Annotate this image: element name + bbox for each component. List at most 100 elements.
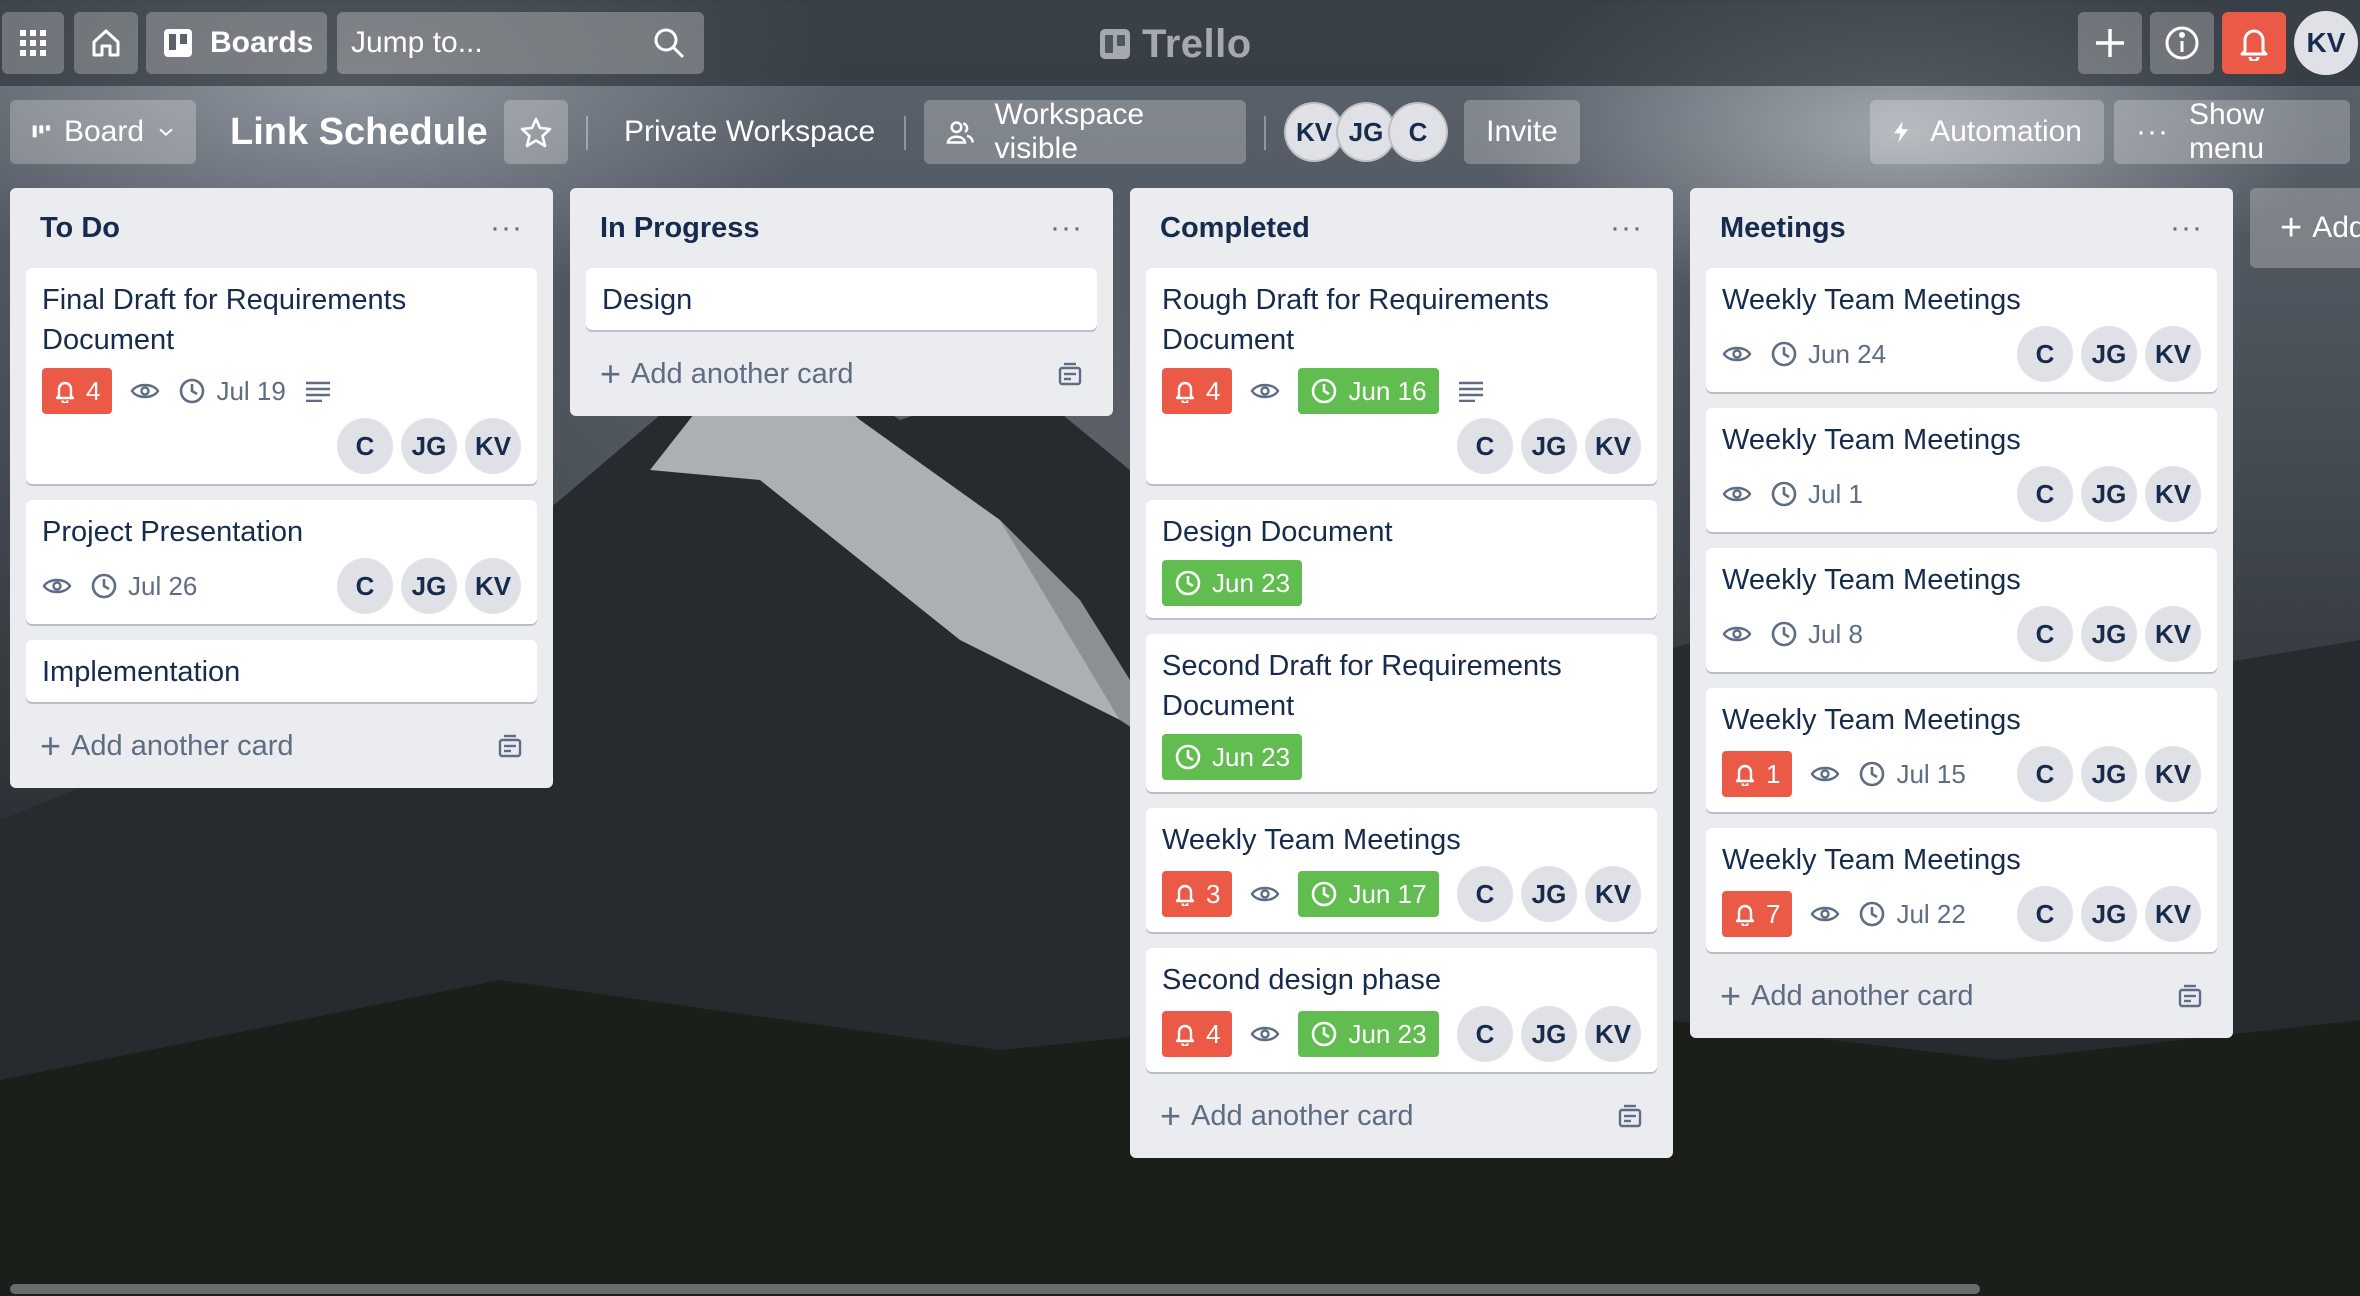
card-member-avatar[interactable]: C — [1457, 418, 1513, 474]
card[interactable]: Second design phase 4 Jun 23 C JG KV — [1146, 948, 1657, 1072]
list-menu-icon[interactable]: ··· — [490, 213, 523, 243]
show-menu-button[interactable]: ··· Show menu — [2114, 98, 2350, 165]
due-date-badge[interactable]: Jun 23 — [1298, 1011, 1439, 1057]
due-date-badge[interactable]: Jun 23 — [1162, 734, 1303, 780]
create-from-template-button[interactable] — [497, 734, 523, 768]
trello-logo-icon — [1100, 29, 1130, 59]
add-card-button[interactable]: + Add another card — [1146, 1088, 1657, 1144]
list-title[interactable]: To Do — [40, 212, 120, 245]
card-member-avatar[interactable]: KV — [2145, 326, 2201, 382]
visibility-button[interactable]: Workspace visible — [924, 98, 1246, 165]
workspace-button[interactable]: Private Workspace — [624, 100, 875, 164]
due-date-badge[interactable]: Jul 26 — [90, 563, 197, 609]
apps-switcher-button[interactable] — [2, 12, 64, 74]
card-member-avatar[interactable]: KV — [465, 558, 521, 614]
card-member-avatar[interactable]: KV — [1585, 418, 1641, 474]
card-member-avatar[interactable]: KV — [2145, 886, 2201, 942]
card[interactable]: Weekly Team Meetings 3 Jun 17 C JG KV — [1146, 808, 1657, 932]
due-date-badge[interactable]: Jul 22 — [1858, 891, 1966, 937]
card-member-avatar[interactable]: JG — [2081, 606, 2137, 662]
list-title[interactable]: In Progress — [600, 212, 760, 245]
due-date-badge[interactable]: Jun 24 — [1770, 331, 1886, 377]
user-avatar[interactable]: KV — [2294, 11, 2358, 75]
card-member-avatar[interactable]: KV — [1585, 866, 1641, 922]
create-from-template-button[interactable] — [1057, 362, 1083, 396]
card-member-avatar[interactable]: C — [337, 558, 393, 614]
due-date-badge[interactable]: Jun 17 — [1298, 871, 1439, 917]
card[interactable]: Design — [586, 268, 1097, 330]
due-date-badge[interactable]: Jun 16 — [1298, 368, 1439, 414]
list-title[interactable]: Completed — [1160, 212, 1310, 245]
card-member-avatar[interactable]: KV — [2145, 606, 2201, 662]
member-avatar[interactable]: KV — [1284, 102, 1344, 162]
invite-button[interactable]: Invite — [1464, 100, 1580, 164]
list-menu-icon[interactable]: ··· — [1610, 213, 1643, 243]
create-from-template-button[interactable] — [1617, 1104, 1643, 1138]
card[interactable]: Design Document Jun 23 — [1146, 500, 1657, 618]
automation-button[interactable]: Automation — [1870, 100, 2104, 164]
card[interactable]: Weekly Team Meetings 7 Jul 22 C JG KV — [1706, 828, 2217, 952]
card-member-avatar[interactable]: KV — [465, 418, 521, 474]
due-date-badge[interactable]: Jun 23 — [1162, 560, 1303, 606]
card-member-avatar[interactable]: KV — [2145, 746, 2201, 802]
card-template-icon — [2178, 984, 2202, 1008]
add-card-button[interactable]: + Add another card — [1706, 968, 2217, 1024]
notifications-button[interactable] — [2222, 12, 2286, 74]
card-member-avatar[interactable]: JG — [2081, 886, 2137, 942]
card-member-avatar[interactable]: JG — [1521, 866, 1577, 922]
card[interactable]: Final Draft for Requirements Document 4 Ju… — [26, 268, 537, 484]
clock-icon — [91, 573, 117, 599]
card-member-avatar[interactable]: C — [2017, 606, 2073, 662]
add-card-button[interactable]: + Add another card — [26, 718, 537, 774]
info-button[interactable] — [2150, 12, 2214, 74]
boards-button[interactable]: Boards — [146, 12, 327, 74]
due-date-badge[interactable]: Jul 1 — [1770, 471, 1863, 517]
add-card-label: Add another card — [631, 357, 854, 390]
board-header: Board Link Schedule Private Workspace Wo… — [0, 96, 2360, 168]
list-title[interactable]: Meetings — [1720, 212, 1846, 245]
card-member-avatar[interactable]: JG — [2081, 326, 2137, 382]
due-date-badge[interactable]: Jul 8 — [1770, 611, 1863, 657]
card[interactable]: Weekly Team Meetings Jul 1 C JG KV — [1706, 408, 2217, 532]
card-member-avatar[interactable]: JG — [2081, 746, 2137, 802]
due-date-badge[interactable]: Jul 19 — [178, 368, 286, 414]
card[interactable]: Rough Draft for Requirements Document 4 Ju… — [1146, 268, 1657, 484]
card-member-avatar[interactable]: KV — [1585, 1006, 1641, 1062]
add-card-button[interactable]: + Add another card — [586, 346, 1097, 402]
card-member-avatar[interactable]: JG — [401, 558, 457, 614]
board-title[interactable]: Link Schedule — [230, 100, 488, 164]
card-member-avatar[interactable]: C — [2017, 746, 2073, 802]
card-member-avatar[interactable]: C — [1457, 1006, 1513, 1062]
list-menu-icon[interactable]: ··· — [2170, 213, 2203, 243]
trello-logo[interactable]: Trello — [1100, 16, 1252, 72]
card-member-avatar[interactable]: C — [2017, 466, 2073, 522]
card-member-avatar[interactable]: JG — [1521, 418, 1577, 474]
card-member-avatar[interactable]: C — [2017, 326, 2073, 382]
add-list-button[interactable]: + Add — [2250, 188, 2360, 268]
card[interactable]: Second Draft for Requirements Document Ju… — [1146, 634, 1657, 792]
card-member-avatar[interactable]: C — [2017, 886, 2073, 942]
card-member-avatar[interactable]: JG — [1521, 1006, 1577, 1062]
search-input[interactable]: Jump to... — [337, 12, 704, 74]
card[interactable]: Weekly Team Meetings Jun 24 C JG KV — [1706, 268, 2217, 392]
list-menu-icon[interactable]: ··· — [1050, 213, 1083, 243]
member-avatar[interactable]: C — [1388, 102, 1448, 162]
card-member-avatar[interactable]: C — [337, 418, 393, 474]
board-view-switcher[interactable]: Board — [10, 100, 196, 164]
star-board-button[interactable] — [504, 100, 568, 164]
bell-icon — [1175, 884, 1195, 906]
card[interactable]: Implementation — [26, 640, 537, 702]
card-member-avatar[interactable]: JG — [2081, 466, 2137, 522]
card-member-avatar[interactable]: JG — [401, 418, 457, 474]
card[interactable]: Weekly Team Meetings Jul 8 C JG KV — [1706, 548, 2217, 672]
card-member-avatar[interactable]: KV — [2145, 466, 2201, 522]
horizontal-scrollbar[interactable] — [10, 1284, 1980, 1294]
member-avatar[interactable]: JG — [1336, 102, 1396, 162]
card[interactable]: Project Presentation Jul 26 C JG KV — [26, 500, 537, 624]
due-date-badge[interactable]: Jul 15 — [1858, 751, 1966, 797]
home-button[interactable] — [74, 12, 138, 74]
create-button[interactable] — [2078, 12, 2142, 74]
create-from-template-button[interactable] — [2177, 984, 2203, 1018]
card-member-avatar[interactable]: C — [1457, 866, 1513, 922]
card[interactable]: Weekly Team Meetings 1 Jul 15 C JG KV — [1706, 688, 2217, 812]
